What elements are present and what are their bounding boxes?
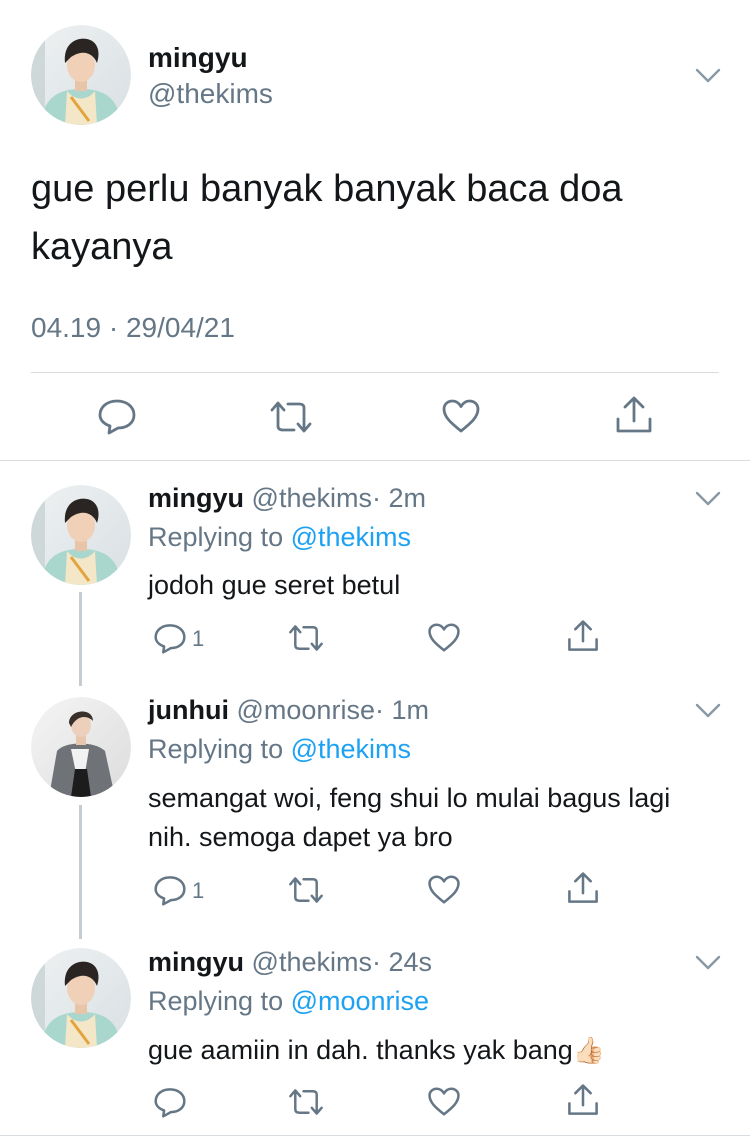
share-icon[interactable] (614, 395, 654, 435)
share-icon[interactable] (566, 871, 600, 905)
mention-link[interactable]: @moonrise (291, 986, 429, 1016)
mention-link[interactable]: @thekims (291, 734, 411, 764)
thumbs-up-emoji: 👍🏻 (572, 1035, 606, 1065)
mention-link[interactable]: @thekims (291, 522, 411, 552)
avatar[interactable] (31, 485, 131, 585)
reply-time[interactable]: · 24s (372, 947, 432, 977)
avatar[interactable] (31, 948, 131, 1048)
author-name[interactable]: mingyu (148, 42, 248, 74)
replying-prefix: Replying to (148, 986, 291, 1016)
divider (0, 1135, 750, 1136)
like-icon[interactable] (427, 874, 461, 905)
replying-prefix: Replying to (148, 522, 291, 552)
replying-to: Replying to @moonrise (148, 986, 429, 1017)
replying-to: Replying to @thekims (148, 522, 411, 553)
reply-text: jodoh gue seret betul (148, 570, 401, 600)
thread-line (79, 592, 82, 686)
like-icon[interactable] (441, 398, 481, 434)
retweet-icon[interactable] (287, 1088, 325, 1116)
tweet-timestamp[interactable]: 04.19 · 29/04/21 (31, 312, 235, 344)
reply-time[interactable]: · 1m (375, 695, 429, 725)
avatar[interactable] (31, 25, 131, 125)
author-handle[interactable]: @thekims (148, 78, 273, 110)
chevron-down-icon[interactable] (695, 954, 721, 972)
reply-icon[interactable] (153, 622, 187, 654)
reply-count: 1 (192, 878, 205, 903)
avatar[interactable] (31, 697, 131, 797)
author-name[interactable]: mingyu (148, 947, 244, 977)
retweet-icon[interactable] (268, 400, 314, 434)
like-icon[interactable] (427, 622, 461, 653)
share-icon[interactable] (566, 619, 600, 653)
reply-icon[interactable] (153, 874, 187, 906)
share-icon[interactable] (566, 1083, 600, 1117)
replying-prefix: Replying to (148, 734, 291, 764)
author-handle[interactable]: @thekims (252, 483, 372, 513)
reply-header: mingyu @thekims· 2m (148, 483, 426, 514)
divider (0, 460, 750, 461)
author-handle[interactable]: @moonrise (237, 695, 375, 725)
reply-icon[interactable] (153, 1086, 187, 1118)
author-handle[interactable]: @thekims (252, 947, 372, 977)
replying-to: Replying to @thekims (148, 734, 411, 765)
author-name[interactable]: junhui (148, 695, 229, 725)
retweet-icon[interactable] (287, 876, 325, 904)
reply-text: semangat woi, feng shui lo mulai bagus l… (148, 783, 671, 852)
tweet-text: gue perlu banyak banyak baca doa kayanya (31, 168, 623, 268)
reply-header: mingyu @thekims· 24s (148, 947, 432, 978)
like-icon[interactable] (427, 1086, 461, 1117)
reply-header: junhui @moonrise· 1m (148, 695, 429, 726)
reply-count: 1 (192, 626, 205, 651)
chevron-down-icon[interactable] (695, 702, 721, 720)
reply-text-content: gue aamiin in dah. thanks yak bang (148, 1035, 573, 1065)
reply-text: gue aamiin in dah. thanks yak bang👍🏻 (148, 1031, 718, 1070)
thread-line (79, 805, 82, 939)
chevron-down-icon[interactable] (695, 490, 721, 508)
retweet-icon[interactable] (287, 624, 325, 652)
reply-time[interactable]: · 2m (372, 483, 426, 513)
divider (31, 372, 719, 373)
author-name[interactable]: mingyu (148, 483, 244, 513)
chevron-down-icon[interactable] (695, 67, 721, 85)
reply-icon[interactable] (97, 397, 137, 435)
